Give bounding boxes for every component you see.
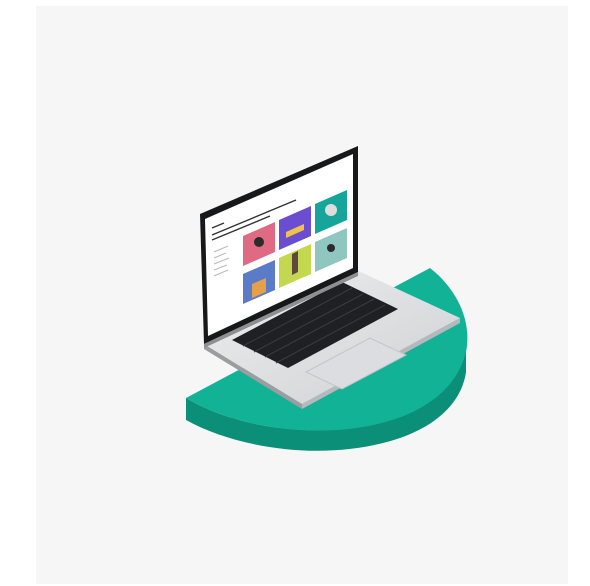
thumbnail-1-figure bbox=[254, 237, 264, 247]
thumbnail-3-figure bbox=[325, 204, 337, 216]
thumbnail-6-figure bbox=[327, 244, 335, 252]
thumbnail-5-figure bbox=[292, 251, 298, 275]
laptop-illustration bbox=[186, 146, 468, 451]
